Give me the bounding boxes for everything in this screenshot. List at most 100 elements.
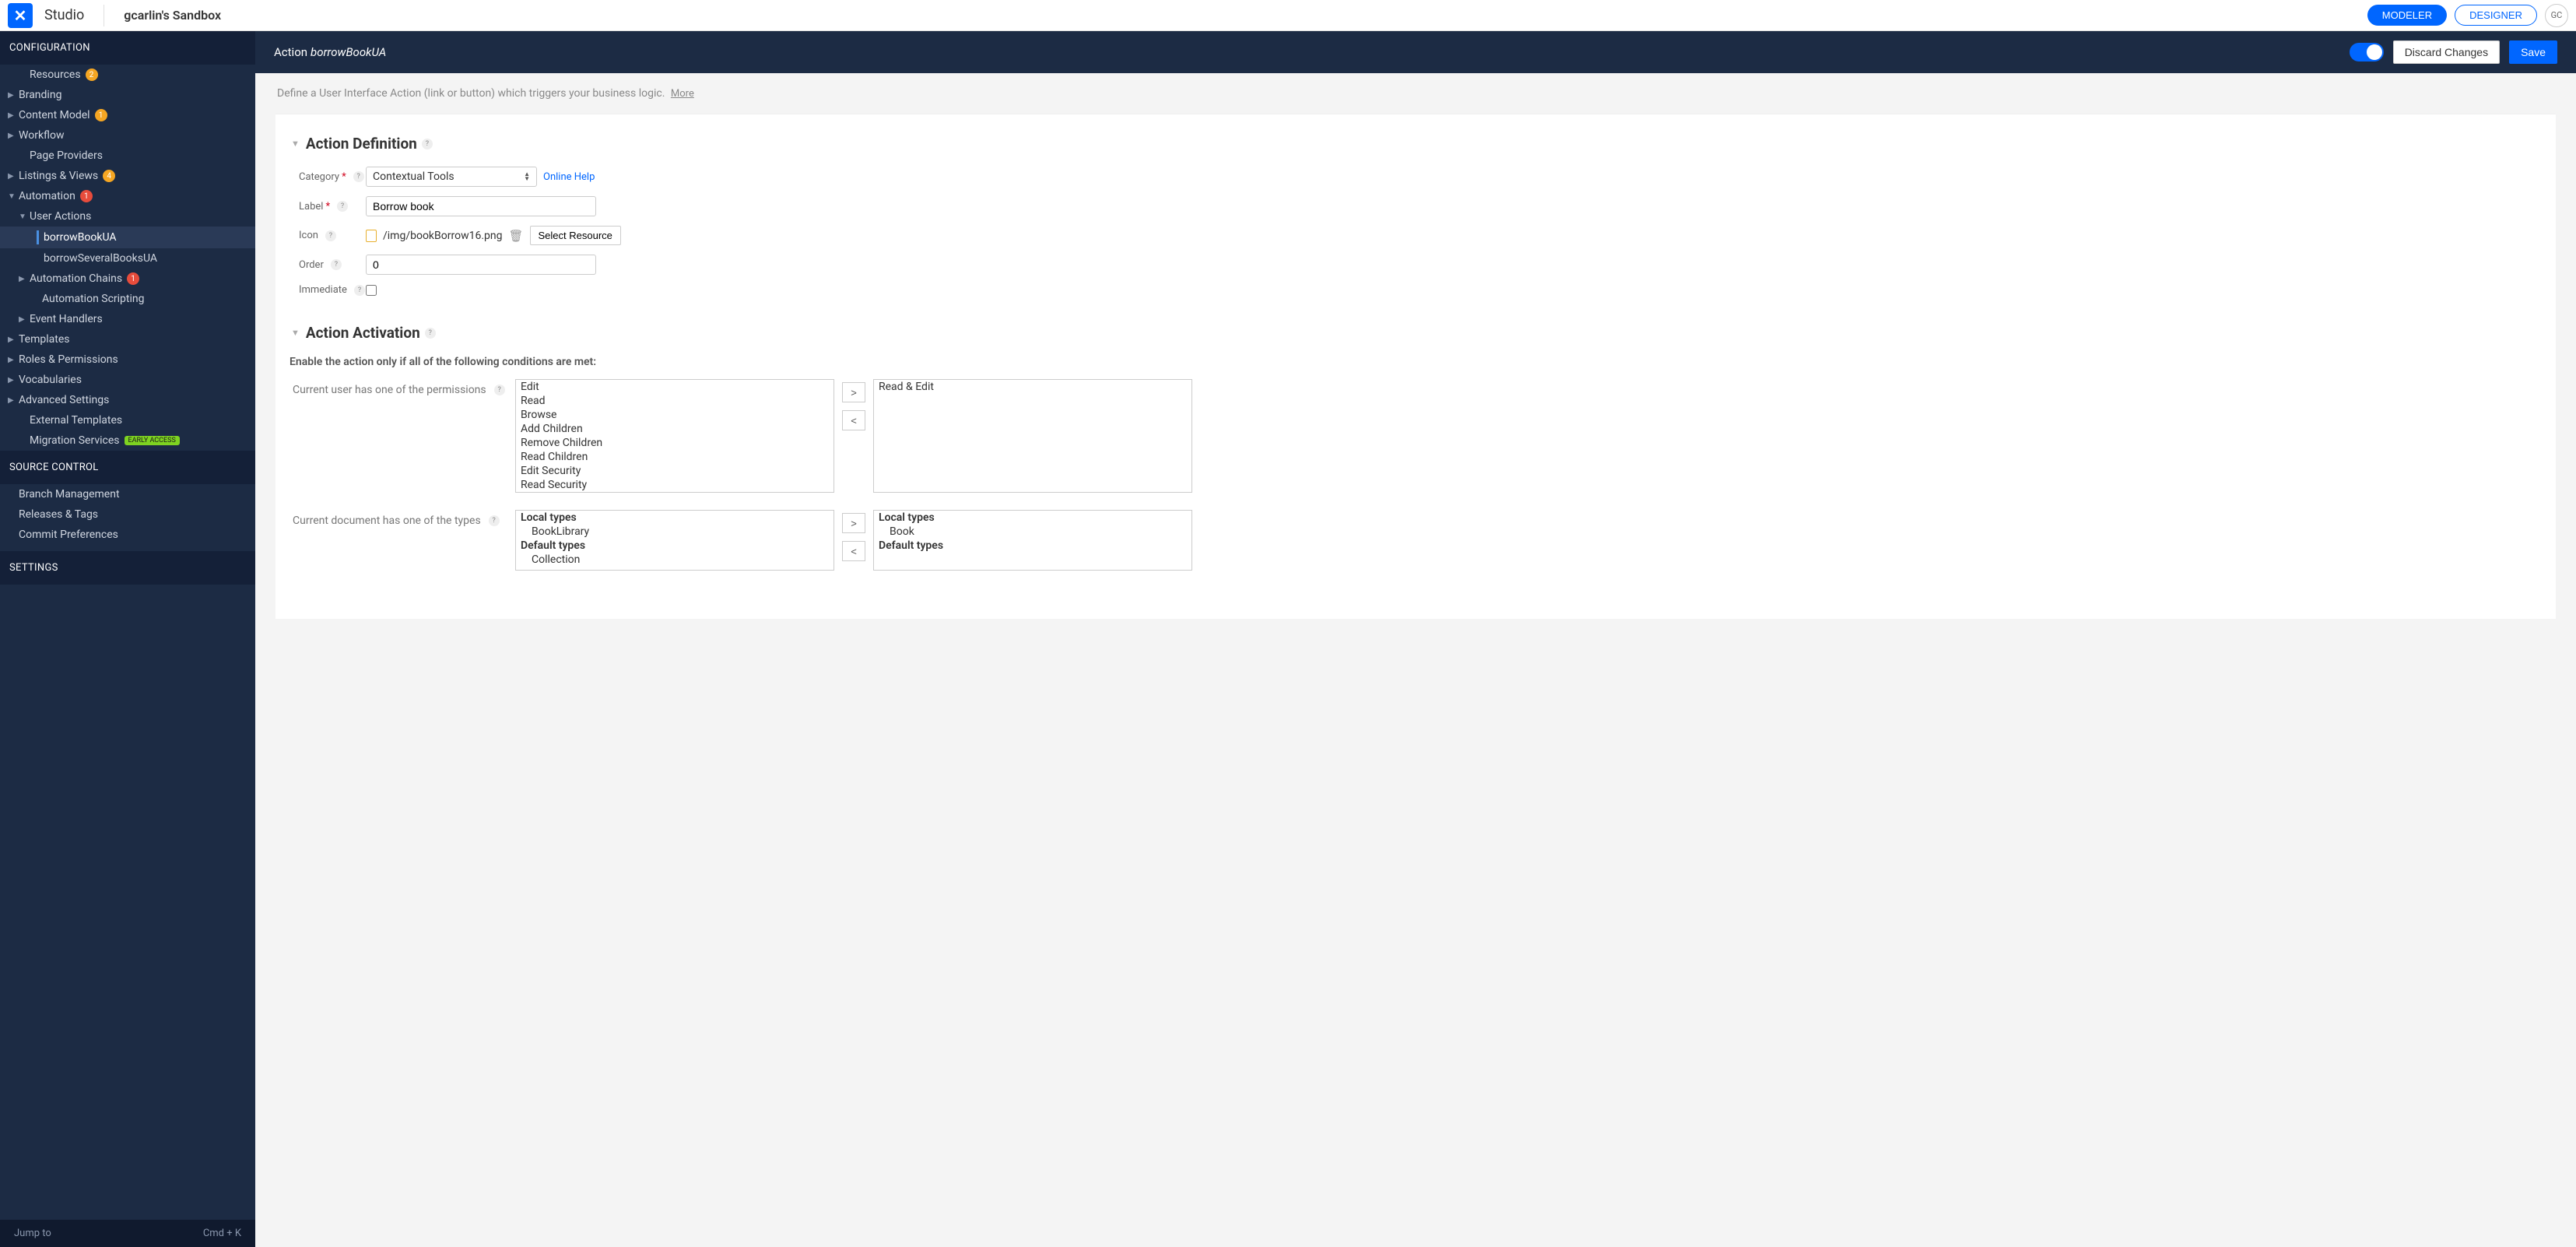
- section-title: Action Activation: [306, 324, 420, 342]
- sidebar-item-resources[interactable]: Resources2: [0, 65, 255, 85]
- description-row: Define a User Interface Action (link or …: [255, 73, 2576, 114]
- sidebar-jump-to[interactable]: Jump to Cmd + K: [0, 1220, 255, 1247]
- caret-right-icon: ▶: [19, 315, 28, 324]
- sidebar-item-workflow[interactable]: ▶Workflow: [0, 125, 255, 146]
- sidebar-item-branding[interactable]: ▶Branding: [0, 85, 255, 105]
- select-resource-button[interactable]: Select Resource: [530, 226, 621, 245]
- sidebar-item-releases[interactable]: Releases & Tags: [0, 504, 255, 525]
- list-group-header: Default types: [516, 539, 834, 553]
- types-selected-listbox[interactable]: Local typesBookDefault types: [873, 510, 1192, 571]
- caret-right-icon: ▶: [8, 335, 17, 344]
- list-item[interactable]: Edit Security: [516, 464, 834, 478]
- list-item[interactable]: Edit: [516, 380, 834, 394]
- sidebar-item-listings[interactable]: ▶Listings & Views4: [0, 166, 255, 186]
- section-caret-icon[interactable]: ▼: [291, 139, 300, 149]
- sidebar-item-content-model[interactable]: ▶Content Model1: [0, 105, 255, 125]
- sidebar-item-automation-scripting[interactable]: Automation Scripting: [0, 289, 255, 309]
- action-header: Action borrowBookUA Discard Changes Save: [255, 31, 2576, 73]
- sidebar-item-page-providers[interactable]: Page Providers: [0, 146, 255, 166]
- jump-shortcut: Cmd + K: [203, 1228, 241, 1239]
- form-panel: ▼ Action Definition ? Category*? Context…: [275, 114, 2556, 619]
- description-text: Define a User Interface Action (link or …: [277, 87, 665, 100]
- caret-right-icon: ▶: [8, 396, 17, 405]
- list-item[interactable]: Browse: [516, 408, 834, 422]
- more-link[interactable]: More: [671, 88, 694, 100]
- sidebar-item-event-handlers[interactable]: ▶Event Handlers: [0, 309, 255, 329]
- save-button[interactable]: Save: [2509, 40, 2557, 64]
- sidebar-section-source-control: SOURCE CONTROL: [0, 451, 255, 484]
- badge: 4: [103, 170, 115, 182]
- types-available-listbox[interactable]: Local typesBookLibraryDefault typesColle…: [515, 510, 834, 571]
- list-item[interactable]: Add Children: [516, 422, 834, 436]
- permissions-selected-listbox[interactable]: Read & Edit: [873, 379, 1192, 493]
- list-item[interactable]: BookLibrary: [516, 525, 834, 539]
- app-title: Studio: [44, 7, 84, 23]
- help-icon[interactable]: ?: [494, 385, 505, 395]
- required-icon: *: [342, 171, 346, 183]
- caret-right-icon: ▶: [8, 111, 17, 120]
- caret-down-icon: ▼: [19, 213, 28, 221]
- list-group-header: Local types: [516, 511, 834, 525]
- list-item[interactable]: Book: [874, 525, 1191, 539]
- list-item[interactable]: Read & Edit: [874, 380, 1191, 394]
- sidebar-item-commit-prefs[interactable]: Commit Preferences: [0, 525, 255, 545]
- move-left-button[interactable]: <: [842, 541, 865, 561]
- immediate-checkbox[interactable]: [366, 285, 377, 296]
- list-item[interactable]: Collection: [516, 553, 834, 567]
- help-icon[interactable]: ?: [489, 515, 500, 526]
- list-item[interactable]: Remove Children: [516, 436, 834, 450]
- order-input[interactable]: [366, 255, 596, 275]
- designer-button[interactable]: DESIGNER: [2455, 5, 2537, 26]
- user-avatar[interactable]: GC: [2545, 4, 2568, 27]
- help-icon[interactable]: ?: [354, 285, 365, 296]
- online-help-link[interactable]: Online Help: [543, 171, 595, 183]
- sidebar-item-borrow-book-ua[interactable]: borrowBookUA: [0, 227, 255, 248]
- help-icon[interactable]: ?: [325, 230, 336, 241]
- caret-down-icon: ▼: [8, 192, 17, 201]
- list-item[interactable]: Read: [516, 394, 834, 408]
- sidebar-item-advanced[interactable]: ▶Advanced Settings: [0, 390, 255, 410]
- discard-button[interactable]: Discard Changes: [2393, 40, 2500, 64]
- sidebar-item-migration[interactable]: Migration ServicesEARLY ACCESS: [0, 430, 255, 451]
- app-logo-icon[interactable]: ✕: [8, 3, 33, 28]
- sidebar-item-templates[interactable]: ▶Templates: [0, 329, 255, 350]
- move-right-button[interactable]: >: [842, 513, 865, 533]
- category-select[interactable]: Contextual Tools ▲▼: [366, 167, 537, 187]
- modeler-button[interactable]: MODELER: [2367, 5, 2447, 26]
- help-icon[interactable]: ?: [337, 201, 348, 212]
- types-label: Current document has one of the types: [293, 515, 481, 527]
- sidebar-item-user-actions[interactable]: ▼User Actions: [0, 206, 255, 227]
- toggle-knob: [2367, 44, 2382, 60]
- project-title: gcarlin's Sandbox: [124, 8, 221, 23]
- section-caret-icon[interactable]: ▼: [291, 328, 300, 338]
- permissions-available-listbox[interactable]: EditReadBrowseAdd ChildrenRemove Childre…: [515, 379, 834, 493]
- activation-subheading: Enable the action only if all of the fol…: [290, 356, 2545, 368]
- list-item[interactable]: Read Children: [516, 450, 834, 464]
- list-item[interactable]: Read Security: [516, 478, 834, 492]
- sidebar-item-automation-chains[interactable]: ▶Automation Chains1: [0, 269, 255, 289]
- section-title: Action Definition: [306, 135, 417, 153]
- list-group-header: Default types: [874, 539, 1191, 553]
- sidebar-item-external-templates[interactable]: External Templates: [0, 410, 255, 430]
- sidebar-item-branch-mgmt[interactable]: Branch Management: [0, 484, 255, 504]
- select-arrows-icon: ▲▼: [524, 172, 530, 181]
- sidebar-item-borrow-several-books-ua[interactable]: borrowSeveralBooksUA: [0, 248, 255, 269]
- caret-right-icon: ▶: [8, 91, 17, 100]
- badge-early-access: EARLY ACCESS: [125, 436, 180, 445]
- help-icon[interactable]: ?: [422, 139, 433, 149]
- move-left-button[interactable]: <: [842, 410, 865, 430]
- sidebar-item-roles[interactable]: ▶Roles & Permissions: [0, 350, 255, 370]
- trash-icon[interactable]: 🗑: [508, 229, 523, 243]
- caret-right-icon: ▶: [8, 172, 17, 181]
- move-right-button[interactable]: >: [842, 382, 865, 402]
- help-icon[interactable]: ?: [353, 171, 364, 182]
- badge: 2: [86, 68, 98, 81]
- help-icon[interactable]: ?: [425, 328, 436, 339]
- permissions-label: Current user has one of the permissions: [293, 384, 486, 396]
- sidebar-item-automation[interactable]: ▼Automation1: [0, 186, 255, 206]
- enable-toggle[interactable]: [2350, 43, 2384, 61]
- sidebar-item-vocabularies[interactable]: ▶Vocabularies: [0, 370, 255, 390]
- label-input[interactable]: [366, 196, 596, 216]
- badge: 1: [127, 272, 139, 285]
- help-icon[interactable]: ?: [331, 259, 342, 270]
